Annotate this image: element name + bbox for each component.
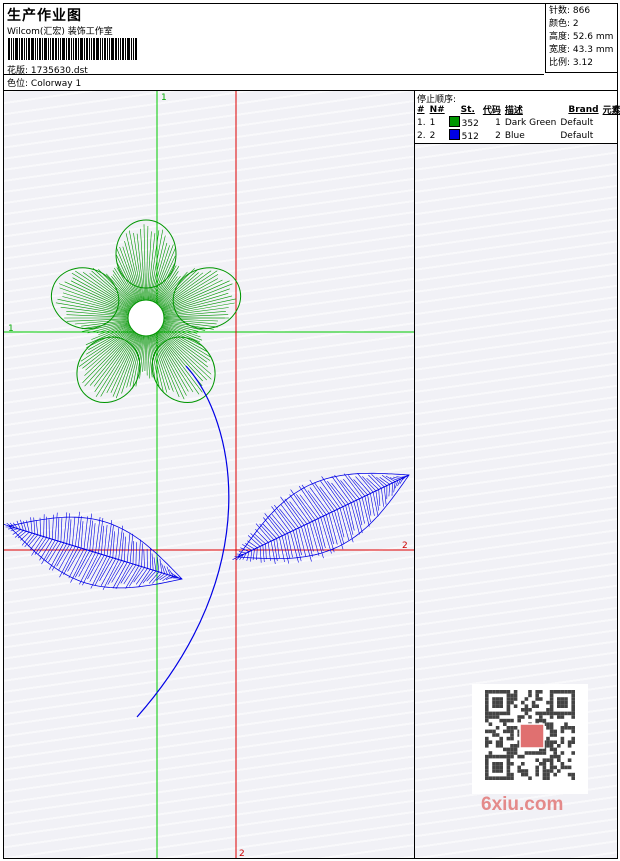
production-worksheet: 生产作业图 Wilcom(汇宏) 装饰工作室 花版: 1735630.dst 色…	[3, 3, 620, 859]
row-stitches: 512	[447, 129, 481, 142]
stop-sequence-table: # N# St. 代码 描述 Brand 元素 1. 1 352 1 Dark …	[415, 103, 620, 143]
watermark: 6xiu.com	[481, 794, 564, 815]
row-brand: Default	[560, 130, 594, 141]
row-index: 2.	[417, 130, 426, 141]
row-description: Blue	[504, 130, 525, 141]
colorway: 色位: Colorway 1	[7, 76, 81, 89]
row-brand: Default	[560, 117, 594, 128]
guide-lines: 1 1 2 2	[4, 91, 414, 858]
stem-element	[136, 365, 230, 718]
guide-label-v2: 2	[239, 849, 245, 858]
stop-sequence-table-box: 停止顺序: # N# St. 代码 描述 Brand 元素 1. 1 352 1…	[415, 91, 620, 144]
leaves-element	[4, 472, 410, 591]
row-index: 1.	[417, 117, 426, 128]
table-row[interactable]: 2. 2 512 2 Blue Default	[415, 129, 620, 142]
row-code: 2	[495, 130, 501, 141]
colorway-value: Colorway 1	[30, 79, 82, 89]
row-stitches: 352	[447, 116, 481, 129]
col-stitches: St.	[460, 104, 475, 115]
row-code: 1	[495, 117, 501, 128]
row-elements	[601, 129, 620, 142]
design-value: 1735630.dst	[30, 66, 88, 76]
guide-label-v1: 1	[161, 93, 167, 103]
stat-height: 高度: 52.6 mm	[549, 32, 614, 42]
row-needle: 2	[429, 130, 436, 141]
design-label: 花版:	[7, 66, 29, 76]
col-needle: N#	[429, 104, 445, 115]
table-row[interactable]: 1. 1 352 1 Dark Green Default	[415, 116, 620, 129]
worksheet-header: 生产作业图 Wilcom(汇宏) 装饰工作室 花版: 1735630.dst 色…	[4, 4, 617, 91]
stat-width: 宽度: 43.3 mm	[549, 45, 614, 55]
row-needle: 1	[429, 117, 436, 128]
qr-code	[472, 684, 588, 794]
col-code: 代码	[482, 106, 501, 116]
design-stats: 针数: 866 颜色: 2 高度: 52.6 mm 宽度: 43.3 mm 比例…	[545, 4, 617, 73]
col-description: 描述	[504, 106, 523, 116]
guide-label-h1: 1	[8, 324, 14, 334]
design-preview-canvas[interactable]: 1 1 2 2	[4, 91, 415, 858]
stat-stitches: 针数: 866	[549, 6, 591, 16]
col-index: #	[417, 104, 425, 115]
color-swatch	[448, 129, 460, 140]
colorway-label: 色位:	[7, 79, 29, 89]
design-file: 花版: 1735630.dst	[7, 63, 88, 76]
embroidery-design: 1 1 2 2	[4, 91, 414, 858]
color-swatch	[448, 116, 460, 127]
col-brand: Brand	[568, 104, 599, 115]
stem-curve	[136, 365, 230, 718]
stat-scale: 比例: 3.12	[549, 58, 593, 68]
row-elements	[601, 116, 620, 129]
guide-label-h2: 2	[402, 541, 408, 551]
flower-element	[50, 219, 242, 403]
stop-table-header: # N# St. 代码 描述 Brand 元素	[415, 103, 620, 117]
row-description: Dark Green	[504, 117, 557, 128]
stat-colors: 颜色: 2	[549, 19, 579, 29]
page-title: 生产作业图	[7, 8, 82, 24]
company-name: Wilcom(汇宏) 装饰工作室	[7, 27, 113, 37]
barcode	[8, 38, 143, 60]
col-elements: 元素	[602, 106, 620, 116]
